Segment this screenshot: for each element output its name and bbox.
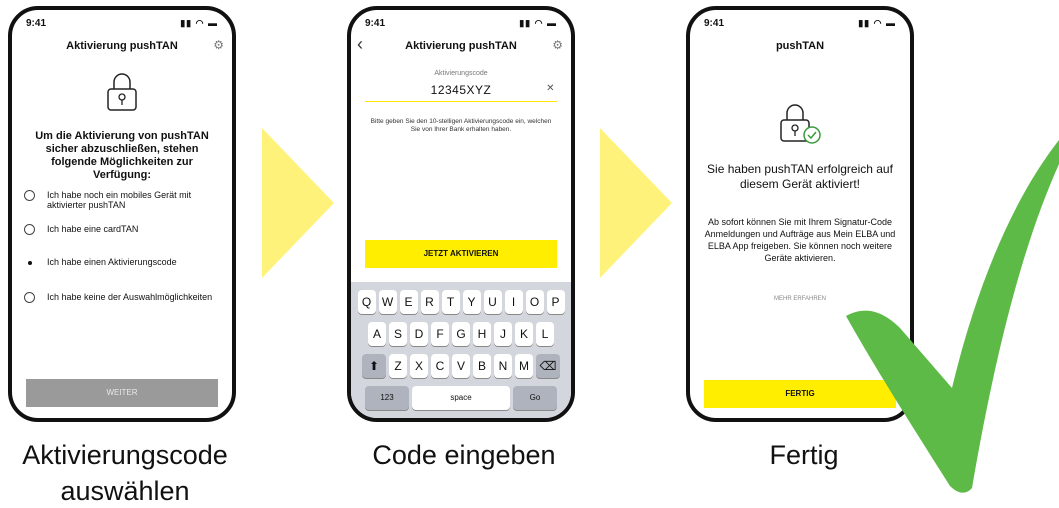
user-settings-icon[interactable]: ⚙ (213, 38, 224, 52)
step-caption-2: Code eingeben (372, 440, 556, 470)
key[interactable]: K (515, 322, 533, 346)
key[interactable]: N (494, 354, 512, 378)
phone-screen-select-method: 9:41 ▮▮ ◠ ▬ Aktivierung pushTAN ⚙ Um die… (8, 6, 236, 422)
next-step-arrow-icon (600, 128, 672, 278)
shift-key-icon[interactable]: ⬆ (362, 354, 386, 378)
key[interactable]: B (473, 354, 491, 378)
key[interactable]: A (368, 322, 386, 346)
activate-now-button[interactable]: JETZT AKTIVIEREN (365, 240, 557, 268)
keyboard-row-3: ⬆ Z X C V B N M ⌫ (351, 354, 571, 378)
selected-radio-button[interactable] (24, 257, 35, 268)
radio-button[interactable] (24, 190, 35, 201)
radio-button[interactable] (24, 292, 35, 303)
key[interactable]: Q (357, 290, 376, 314)
status-time: 9:41 (365, 18, 386, 29)
key[interactable]: D (410, 322, 428, 346)
code-hint-text: Bitte geben Sie den 10-stelligen Aktivie… (370, 118, 552, 133)
backspace-key-icon[interactable]: ⌫ (536, 354, 560, 378)
key[interactable]: Y (462, 290, 481, 314)
key[interactable]: F (431, 322, 449, 346)
key[interactable]: O (525, 290, 544, 314)
option-activation-code[interactable]: Ich habe einen Aktivierungscode (24, 257, 222, 268)
key[interactable]: H (473, 322, 491, 346)
step-caption-1: Aktivierungscode auswählen (22, 440, 228, 506)
signal-wifi-battery-icon: ▮▮ ◠ ▬ (180, 18, 218, 28)
code-value: 12345XYZ (430, 83, 492, 97)
page-title: Aktivierung pushTAN (66, 40, 178, 52)
nav-bar: pushTAN (690, 36, 910, 56)
lock-check-icon (780, 104, 821, 144)
clear-icon[interactable]: ✕ (546, 83, 555, 94)
heading: Um die Aktivierung von pushTAN sicher ab… (35, 130, 209, 181)
radio-button[interactable] (24, 224, 35, 235)
next-step-arrow-icon (262, 128, 334, 278)
keyboard-row-2: A S D F G H J K L (351, 322, 571, 346)
option-none[interactable]: Ich habe keine der Auswahlmöglichkeiten (24, 292, 222, 303)
key[interactable]: C (431, 354, 449, 378)
option-label: Ich habe noch ein mobiles Gerät mit akti… (47, 190, 192, 210)
key[interactable]: R (420, 290, 439, 314)
step-caption-3: Fertig (769, 440, 839, 470)
status-time: 9:41 (26, 18, 47, 29)
option-label: Ich habe einen Aktivierungscode (47, 257, 177, 267)
nav-bar: ‹ Aktivierung pushTAN ⚙ (351, 34, 571, 56)
nav-bar: Aktivierung pushTAN ⚙ (12, 36, 232, 56)
status-bar: 9:41 ▮▮ ◠ ▬ (704, 18, 896, 30)
keyboard-row-1: Q W E R T Y U I O P (351, 290, 571, 314)
option-label: Ich habe keine der Auswahlmöglichkeiten (47, 292, 213, 302)
phone-screen-enter-code: 9:41 ▮▮ ◠ ▬ ‹ Aktivierung pushTAN ⚙ Akti… (347, 6, 575, 422)
keyboard-row-4: 123 space Go (351, 386, 571, 410)
option-cardtan[interactable]: Ich habe eine cardTAN (24, 224, 222, 235)
status-time: 9:41 (704, 18, 725, 29)
key[interactable]: T (441, 290, 460, 314)
option-mobile-device[interactable]: Ich habe noch ein mobiles Gerät mit akti… (24, 190, 222, 210)
key[interactable]: P (546, 290, 565, 314)
signal-wifi-battery-icon: ▮▮ ◠ ▬ (519, 18, 557, 28)
key[interactable]: J (494, 322, 512, 346)
key[interactable]: I (504, 290, 523, 314)
activation-code-input[interactable]: 12345XYZ ✕ (365, 83, 557, 102)
key[interactable]: G (452, 322, 470, 346)
signal-wifi-battery-icon: ▮▮ ◠ ▬ (858, 18, 896, 28)
page-title: Aktivierung pushTAN (405, 40, 517, 52)
key[interactable]: X (410, 354, 428, 378)
key[interactable]: S (389, 322, 407, 346)
numbers-key[interactable]: 123 (365, 386, 409, 410)
key[interactable]: Z (389, 354, 407, 378)
code-field-label: Aktivierungscode (434, 70, 488, 77)
key[interactable]: U (483, 290, 502, 314)
key[interactable]: V (452, 354, 470, 378)
lock-icon (107, 73, 137, 111)
next-button[interactable]: WEITER (26, 379, 218, 407)
page-title: pushTAN (775, 40, 825, 52)
status-bar: 9:41 ▮▮ ◠ ▬ (365, 18, 557, 30)
key[interactable]: L (536, 322, 554, 346)
status-bar: 9:41 ▮▮ ◠ ▬ (26, 18, 218, 30)
option-label: Ich habe eine cardTAN (47, 224, 139, 234)
key[interactable]: E (399, 290, 418, 314)
go-key[interactable]: Go (513, 386, 557, 410)
key[interactable]: W (378, 290, 397, 314)
user-settings-icon[interactable]: ⚙ (552, 38, 563, 52)
on-screen-keyboard: Q W E R T Y U I O P A S D F G H J K L ⬆ … (351, 282, 571, 418)
space-key[interactable]: space (412, 386, 510, 410)
key[interactable]: M (515, 354, 533, 378)
